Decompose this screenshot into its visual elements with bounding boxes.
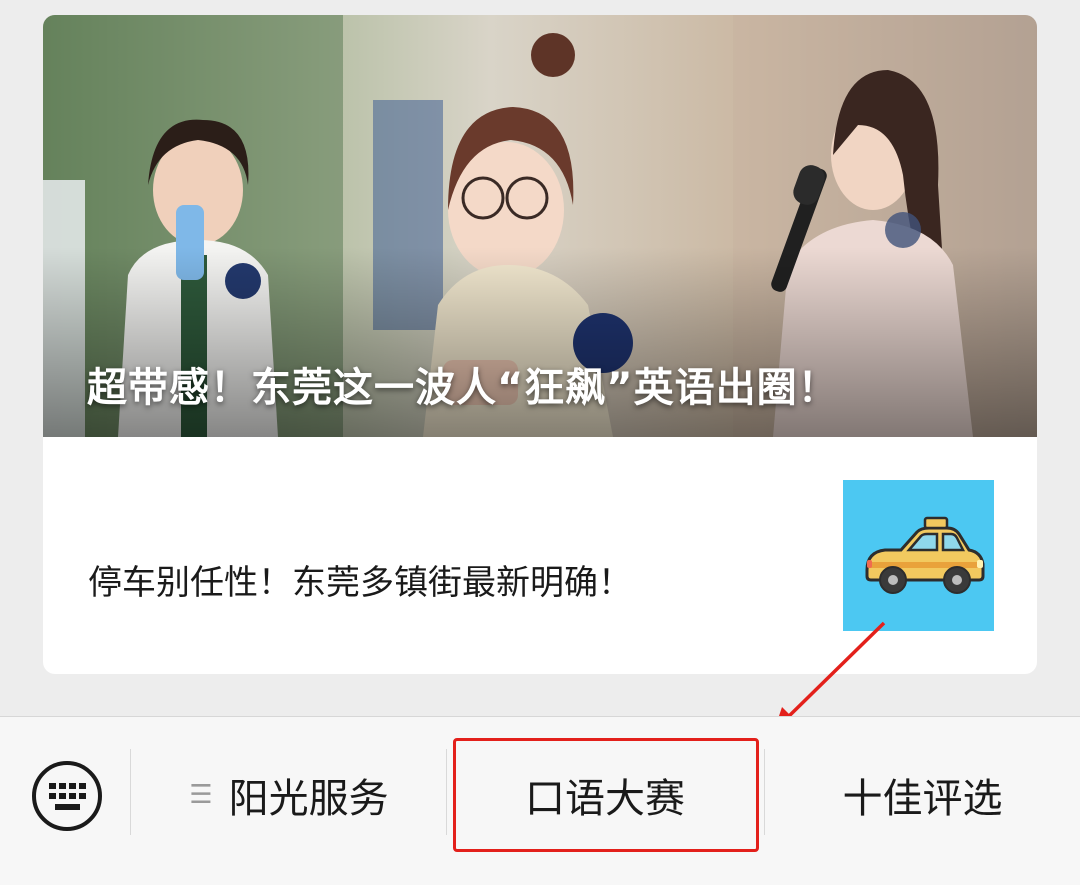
keyboard-toggle-button[interactable] xyxy=(30,759,104,833)
menu-item-speaking-contest[interactable]: 口语大赛 xyxy=(447,745,763,845)
submenu-lines-icon: ☰ xyxy=(189,780,213,810)
menu-item-label: 口语大赛 xyxy=(525,776,685,822)
menu-item-label: 十佳评选 xyxy=(842,776,1003,822)
secondary-article[interactable]: 停车别任性！东莞多镇街最新明确！ xyxy=(43,437,1037,674)
keyboard-icon xyxy=(32,761,102,831)
menu-item-top-ten-selection[interactable]: 十佳评选 xyxy=(765,745,1080,845)
menu-item-sunshine-service[interactable]: ☰ 阳光服务 xyxy=(132,745,446,845)
secondary-article-thumbnail xyxy=(843,480,994,631)
menu-divider xyxy=(130,749,131,835)
taxi-car-icon xyxy=(865,516,985,594)
main-article-title: 超带感！东莞这一波人“狂飙”英语出圈！ xyxy=(87,365,839,411)
menu-item-label: 阳光服务 xyxy=(228,776,389,822)
secondary-article-title: 停车别任性！东莞多镇街最新明确！ xyxy=(88,563,632,603)
article-card: 超带感！东莞这一波人“狂飙”英语出圈！ 停车别任性！东莞多镇街最新明确！ xyxy=(43,15,1037,674)
main-article[interactable]: 超带感！东莞这一波人“狂飙”英语出圈！ xyxy=(43,15,1037,437)
bottom-menu-bar: ☰ 阳光服务 口语大赛 十佳评选 xyxy=(0,716,1080,885)
